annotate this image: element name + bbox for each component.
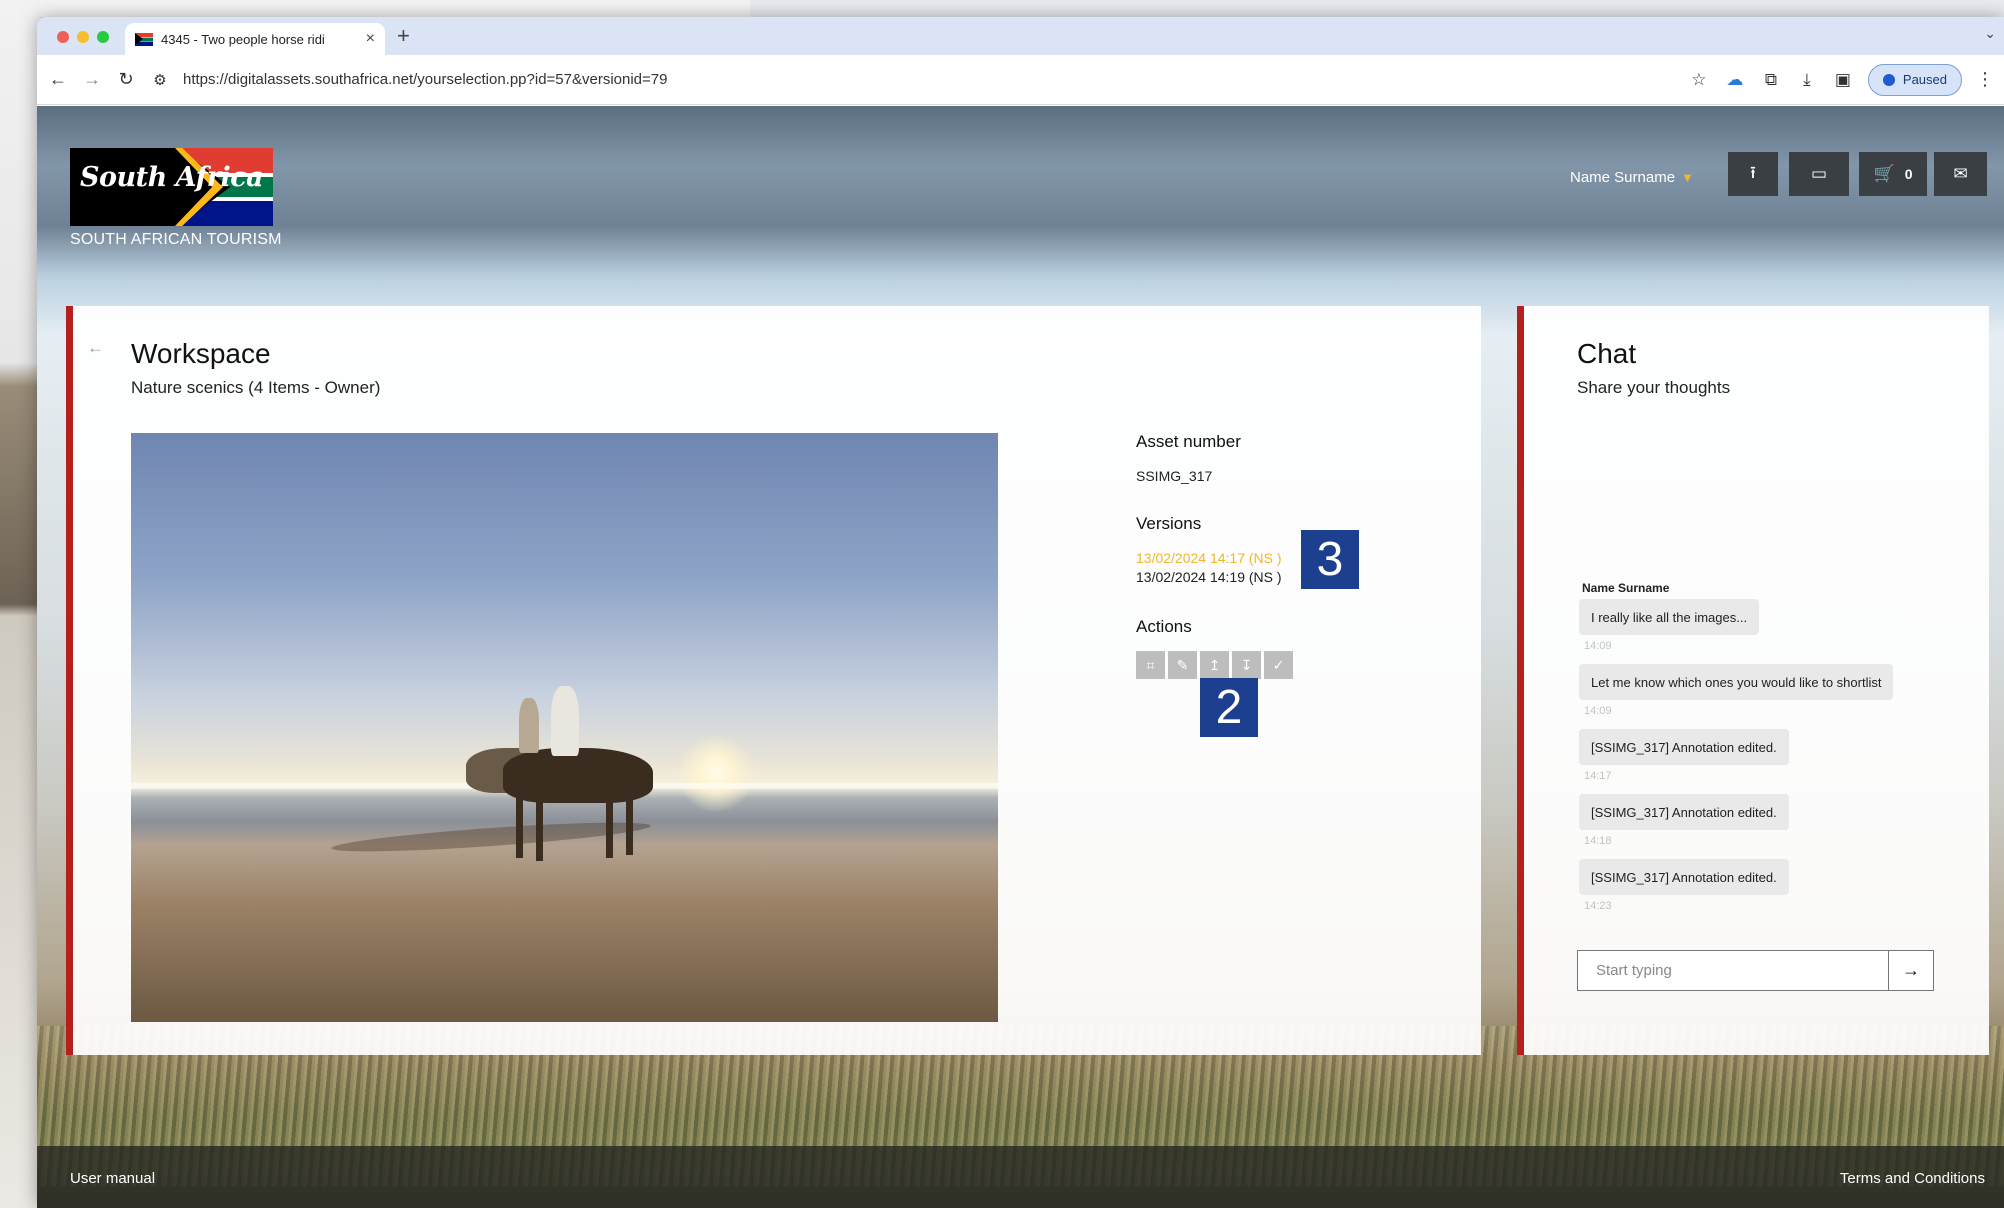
back-icon[interactable]: ←	[41, 69, 75, 90]
favicon-flag-icon	[135, 32, 153, 46]
photo-horse-leg	[516, 788, 523, 858]
message-author: Name Surname	[1582, 581, 1670, 595]
chat-message: [SSIMG_317] Annotation edited.	[1579, 794, 1789, 830]
background-window-edge	[40, 0, 750, 18]
screen-icon: ▭	[1810, 164, 1828, 183]
photo-rider-front	[551, 686, 579, 756]
arrow-right-icon: →	[1902, 960, 1920, 980]
photo-shadow	[330, 816, 652, 858]
version-link[interactable]: 13/02/2024 14:19 (NS )	[1136, 569, 1282, 585]
workspace-panel: ← Workspace Nature scenics (4 Items - Ow…	[66, 306, 1481, 1055]
cart-button[interactable]: 🛒 0	[1859, 152, 1927, 196]
profile-icon	[1882, 73, 1895, 86]
desktop-background	[0, 0, 40, 1208]
logo-text: South Africa	[80, 162, 264, 193]
download-icon[interactable]: ⤓	[1796, 70, 1818, 90]
new-tab-button[interactable]: +	[397, 23, 410, 49]
check-icon[interactable]: ✓	[1264, 651, 1293, 679]
step-marker-badge: 3	[1301, 530, 1359, 589]
message-time: 14:09	[1584, 705, 1612, 717]
address-bar[interactable]: https://digitalassets.southafrica.net/yo…	[183, 71, 1688, 88]
message-time: 14:18	[1584, 835, 1612, 847]
user-menu[interactable]: Name Surname ▼	[1570, 169, 1694, 186]
chat-message: [SSIMG_317] Annotation edited.	[1579, 729, 1789, 765]
minimize-window-button[interactable]	[77, 31, 89, 43]
photo-rider-back	[519, 698, 539, 753]
chat-title: Chat	[1577, 338, 1637, 369]
menu-icon[interactable]: ⋮	[1976, 69, 1994, 90]
extensions-icon[interactable]: ⧉	[1760, 70, 1782, 90]
version-link-active[interactable]: 13/02/2024 14:17 (NS )	[1136, 550, 1282, 566]
chat-input[interactable]	[1578, 951, 1888, 990]
cart-count: 0	[1904, 166, 1913, 182]
user-name: Name Surname	[1570, 169, 1676, 186]
photo-horse-leg	[626, 785, 633, 855]
back-arrow-icon[interactable]: ←	[87, 338, 104, 358]
asset-preview-image[interactable]	[131, 433, 998, 1022]
close-window-button[interactable]	[57, 31, 69, 43]
step-marker-badge: 2	[1200, 678, 1258, 737]
photo-sun	[676, 733, 756, 813]
versions-label: Versions	[1136, 514, 1202, 533]
chat-panel: Chat Share your thoughts Name Surname I …	[1517, 306, 1989, 1055]
photo-horse-leg	[606, 788, 613, 858]
message-time: 14:09	[1584, 640, 1612, 652]
chat-message: Let me know which ones you would like to…	[1579, 664, 1894, 700]
mail-icon: ✉	[1953, 164, 1968, 183]
browser-tab[interactable]: 4345 - Two people horse ridi ×	[125, 23, 385, 55]
upload-icon: ⭱	[1750, 162, 1756, 182]
profile-label: Paused	[1902, 72, 1947, 87]
star-icon[interactable]: ☆	[1688, 70, 1710, 90]
user-manual-link[interactable]: User manual	[70, 1170, 155, 1187]
chat-subtitle: Share your thoughts	[1577, 378, 1731, 397]
message-time: 14:23	[1584, 900, 1612, 912]
browser-window: 4345 - Two people horse ridi × + ⌄ ← → ↻…	[37, 17, 2004, 1208]
toolbar-actions: ☆ ☁ ⧉ ⤓ ▣ Paused ⋮	[1688, 63, 1994, 96]
tab-close-icon[interactable]: ×	[366, 30, 375, 48]
reload-icon[interactable]: ↻	[109, 69, 143, 90]
lightbox-button[interactable]: ▭	[1789, 152, 1849, 196]
message-time: 14:17	[1584, 770, 1612, 782]
chat-message: [SSIMG_317] Annotation edited.	[1579, 859, 1789, 895]
site-header: South Africa SOUTH AFRICAN TOURISM Name …	[37, 106, 2004, 261]
chevron-down-icon: ▼	[1681, 170, 1694, 185]
page-title: Workspace	[131, 338, 271, 369]
brand-name: SOUTH AFRICAN TOURISM	[70, 231, 282, 248]
browser-toolbar: ← → ↻ ⚙ https://digitalassets.southafric…	[37, 55, 2004, 105]
actions-label: Actions	[1136, 617, 1192, 636]
tab-search-icon[interactable]: ⌄	[1984, 25, 1996, 42]
crop-icon[interactable]: ⌗	[1136, 651, 1165, 679]
tab-title: 4345 - Two people horse ridi	[161, 31, 325, 47]
cart-icon: 🛒	[1873, 164, 1895, 183]
profile-button[interactable]: Paused	[1867, 63, 1962, 96]
sidepanel-icon[interactable]: ▣	[1832, 70, 1854, 90]
maximize-window-button[interactable]	[97, 31, 109, 43]
download-cloud-icon[interactable]: ☁	[1724, 70, 1746, 90]
asset-number-label: Asset number	[1136, 432, 1241, 451]
upload-icon[interactable]: ↥	[1200, 651, 1229, 679]
site-footer: User manual Terms and Conditions	[37, 1146, 2004, 1208]
chat-message: I really like all the images...	[1579, 599, 1760, 635]
tab-strip: 4345 - Two people horse ridi × + ⌄	[37, 17, 2004, 55]
page: South Africa SOUTH AFRICAN TOURISM Name …	[37, 106, 2004, 1208]
chat-compose: →	[1577, 950, 1934, 991]
download-icon[interactable]: ↧	[1232, 651, 1261, 679]
workspace-subtitle: Nature scenics (4 Items - Owner)	[131, 378, 381, 397]
actions-toolbar: ⌗ ✎ ↥ ↧ ✓	[1136, 651, 1293, 679]
mail-button[interactable]: ✉	[1934, 152, 1987, 196]
site-info-icon[interactable]: ⚙	[143, 71, 177, 89]
south-africa-logo[interactable]: South Africa	[70, 148, 273, 226]
asset-number-value: SSIMG_317	[1136, 468, 1213, 484]
forward-icon[interactable]: →	[75, 69, 109, 90]
terms-link[interactable]: Terms and Conditions	[1840, 1170, 1985, 1187]
upload-button[interactable]: ⭱	[1728, 152, 1778, 196]
send-button[interactable]: →	[1888, 951, 1933, 990]
edit-icon[interactable]: ✎	[1168, 651, 1197, 679]
photo-horse-leg	[536, 791, 543, 861]
